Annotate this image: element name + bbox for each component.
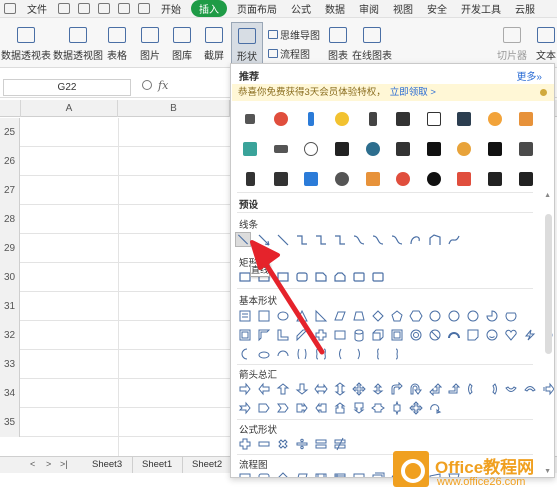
annotation-arrow (250, 240, 325, 355)
watermark-url: www.office26.com (437, 476, 526, 488)
office-logo-icon (393, 451, 429, 487)
watermark-brand: Office教程网 (435, 458, 535, 477)
watermark: Office教程网 www.office26.com (393, 443, 553, 493)
